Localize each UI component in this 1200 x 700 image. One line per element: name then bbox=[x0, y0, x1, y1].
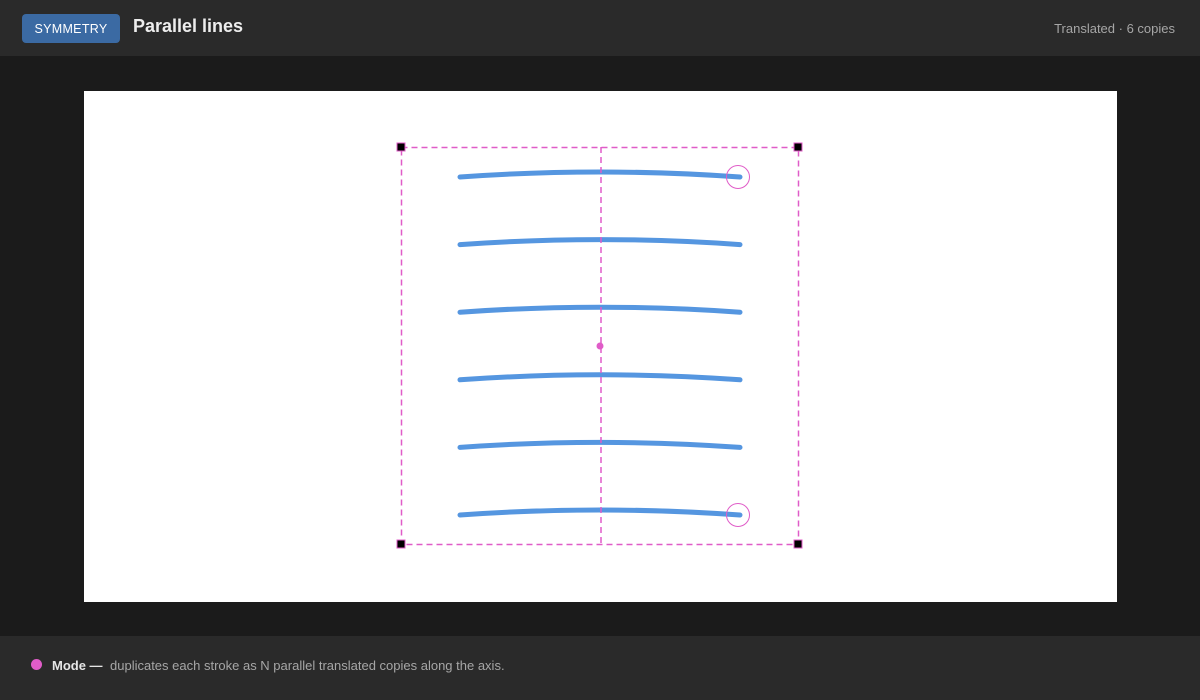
stroke-copy-2[interactable] bbox=[457, 237, 743, 248]
status-text: Translated · 6 copies bbox=[1054, 21, 1175, 36]
resize-handle-top-right[interactable] bbox=[793, 142, 803, 152]
page-title: Parallel lines bbox=[133, 16, 244, 36]
symmetry-badge[interactable]: SYMMETRY bbox=[22, 14, 120, 43]
mode-description: duplicates each stroke as N parallel tra… bbox=[110, 658, 505, 673]
bottom-bar: Mode — duplicates each stroke as N paral… bbox=[0, 636, 1200, 700]
drawing-canvas[interactable] bbox=[84, 91, 1117, 602]
resize-handle-bottom-right[interactable] bbox=[793, 539, 803, 549]
top-bar: SYMMETRY Parallel lines Translated · 6 c… bbox=[0, 0, 1200, 56]
stroke-copy-3[interactable] bbox=[457, 304, 743, 315]
stroke-copy-6[interactable] bbox=[457, 507, 743, 518]
canvas-svg[interactable] bbox=[84, 91, 1117, 602]
resize-handle-top-left[interactable] bbox=[396, 142, 406, 152]
stroke-copy-4[interactable] bbox=[457, 372, 743, 383]
stroke-copy-5[interactable] bbox=[457, 439, 743, 450]
stroke-copy-1[interactable] bbox=[457, 169, 743, 180]
axis-center-handle[interactable] bbox=[596, 342, 604, 350]
mode-indicator-dot bbox=[31, 659, 42, 670]
resize-handle-bottom-left[interactable] bbox=[396, 539, 406, 549]
mode-label: Mode — bbox=[52, 658, 103, 673]
